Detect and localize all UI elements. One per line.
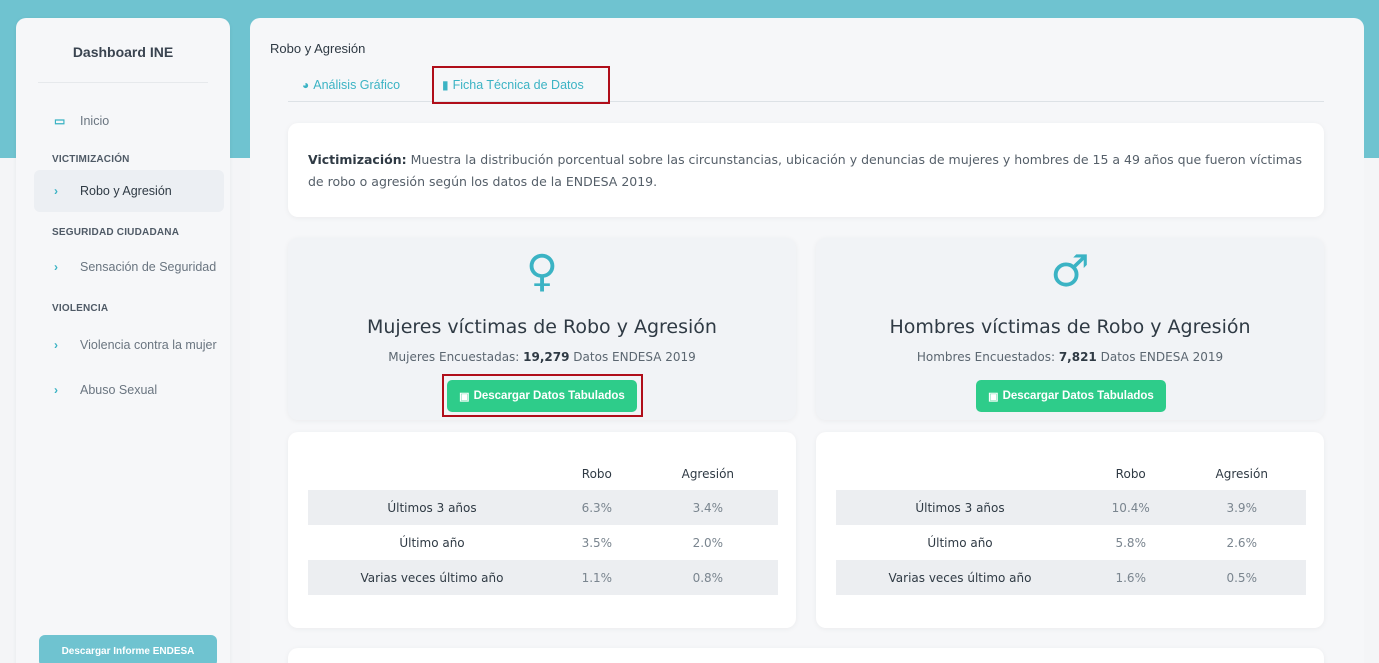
section-label-victimizacion: VICTIMIZACIÓN [52, 154, 130, 165]
tab-analisis-grafico[interactable]: ◕ Análisis Gráfico [302, 68, 400, 102]
men-count: 7,821 [1058, 350, 1097, 364]
tab-bar: ◕ Análisis Gráfico ▮ Ficha Técnica de Da… [288, 66, 1324, 104]
column-header-robo: Robo [1115, 467, 1146, 481]
sidebar-item-label: Inicio [80, 114, 110, 128]
brand-title: Dashboard INE [72, 44, 174, 60]
sidebar-item-abuso-sexual[interactable]: › Abuso Sexual [34, 369, 224, 411]
women-sub-prefix: Mujeres Encuestadas: [388, 350, 524, 364]
table-row: Últimos 3 años 10.4% 3.9% [836, 490, 1306, 525]
sidebar-item-label: Abuso Sexual [80, 383, 158, 397]
cell-robo: 1.6% [1084, 560, 1178, 595]
sidebar-item-robo-agresion[interactable]: › Robo y Agresión [34, 170, 224, 212]
file-icon: ▮ [442, 78, 449, 92]
men-summary-card: ♂ Hombres víctimas de Robo y Agresión Ho… [816, 238, 1324, 420]
divider [38, 82, 208, 83]
file-excel-icon: ▣ [988, 390, 999, 403]
page-title: Robo y Agresión [270, 41, 366, 56]
section-label-seguridad: SEGURIDAD CIUDADANA [52, 227, 180, 238]
button-label: Descargar Datos Tabulados [1002, 390, 1154, 402]
female-icon: ♀ [525, 246, 559, 297]
row-label: Último año [399, 535, 465, 550]
description-card: Victimización: Muestra la distribución p… [288, 123, 1324, 217]
men-sub-prefix: Hombres Encuestados: [916, 350, 1059, 364]
sidebar-item-inicio[interactable]: ▭ Inicio [34, 100, 224, 142]
men-table-card: Robo Agresión Últimos 3 años 10.4% 3.9% … [816, 432, 1324, 628]
download-report-button[interactable]: Descargar Informe ENDESA [39, 635, 217, 663]
women-subtitle: Mujeres Encuestadas: 19,279 Datos ENDESA… [288, 350, 796, 364]
file-excel-icon: ▣ [459, 390, 470, 403]
table-row: Último año 5.8% 2.6% [836, 525, 1306, 560]
sidebar: Dashboard INE ▭ Inicio VICTIMIZACIÓN › R… [16, 18, 230, 663]
women-summary-card: ♀ Mujeres víctimas de Robo y Agresión Mu… [288, 238, 796, 420]
male-icon: ♂ [1050, 246, 1090, 297]
section-label-violencia: VIOLENCIA [52, 303, 109, 314]
cell-robo: 1.1% [556, 560, 638, 595]
chevron-right-icon: › [54, 260, 58, 274]
monitor-icon: ▭ [54, 114, 66, 128]
tab-label: Análisis Gráfico [313, 78, 401, 92]
cell-agresion: 3.4% [637, 490, 778, 525]
header-empty [836, 458, 1084, 490]
cell-agresion: 2.0% [692, 535, 724, 550]
cell-robo: 10.4% [1084, 490, 1178, 525]
cell-robo: 5.8% [1115, 535, 1146, 550]
chevron-right-icon: › [54, 184, 58, 198]
tab-label: Ficha Técnica de Datos [452, 78, 584, 92]
column-header-agresion: Agresión [681, 467, 735, 481]
men-table: Robo Agresión Últimos 3 años 10.4% 3.9% … [836, 458, 1306, 595]
sidebar-item-label: Violencia contra la mujer [80, 338, 217, 352]
row-label: Último año [927, 535, 993, 550]
row-label: Varias veces último año [308, 560, 556, 595]
tab-ficha-tecnica[interactable]: ▮ Ficha Técnica de Datos [432, 66, 610, 104]
button-label: Descargar Datos Tabulados [473, 390, 625, 402]
row-label: Últimos 3 años [308, 490, 556, 525]
women-table-card: Robo Agresión Últimos 3 años 6.3% 3.4% Ú… [288, 432, 796, 628]
row-label: Varias veces último año [836, 560, 1084, 595]
description-text: Victimización: Muestra la distribución p… [308, 149, 1308, 193]
next-card [288, 648, 1324, 663]
women-sub-suffix: Datos ENDESA 2019 [569, 350, 696, 364]
main-panel: Robo y Agresión ◕ Análisis Gráfico ▮ Fic… [250, 18, 1364, 663]
men-sub-suffix: Datos ENDESA 2019 [1096, 350, 1224, 364]
column-header-robo: Robo [581, 467, 612, 481]
column-header-agresion: Agresión [1215, 467, 1268, 481]
men-title: Hombres víctimas de Robo y Agresión [889, 316, 1251, 338]
men-subtitle: Hombres Encuestados: 7,821 Datos ENDESA … [816, 350, 1324, 364]
chevron-right-icon: › [54, 338, 58, 352]
cell-robo: 3.5% [581, 535, 613, 550]
header-empty [308, 458, 556, 490]
women-title: Mujeres víctimas de Robo y Agresión [367, 316, 717, 338]
cell-agresion: 2.6% [1226, 535, 1257, 550]
cell-robo: 6.3% [556, 490, 638, 525]
description-lead: Victimización: [308, 152, 407, 167]
row-label: Últimos 3 años [836, 490, 1084, 525]
table-row: Varias veces último año 1.1% 0.8% [308, 560, 778, 595]
table-row: Último año 3.5% 2.0% [308, 525, 778, 560]
cell-agresion: 0.5% [1177, 560, 1306, 595]
sidebar-item-label: Sensación de Seguridad [80, 260, 217, 274]
table-row: Varias veces último año 1.6% 0.5% [836, 560, 1306, 595]
cell-agresion: 3.9% [1177, 490, 1306, 525]
pie-chart-icon: ◕ [302, 78, 310, 92]
sidebar-item-label: Robo y Agresión [80, 184, 172, 198]
download-men-data-button[interactable]: ▣ Descargar Datos Tabulados [976, 380, 1166, 412]
chevron-right-icon: › [54, 383, 58, 397]
description-body: Muestra la distribución porcentual sobre… [308, 152, 1303, 189]
sidebar-item-violencia-mujer[interactable]: › Violencia contra la mujer [34, 324, 224, 366]
sidebar-item-sensacion-seguridad[interactable]: › Sensación de Seguridad [34, 246, 224, 288]
women-count: 19,279 [523, 350, 570, 364]
women-table: Robo Agresión Últimos 3 años 6.3% 3.4% Ú… [308, 458, 778, 595]
table-row: Últimos 3 años 6.3% 3.4% [308, 490, 778, 525]
cell-agresion: 0.8% [637, 560, 778, 595]
download-women-data-button[interactable]: ▣ Descargar Datos Tabulados [447, 380, 637, 412]
